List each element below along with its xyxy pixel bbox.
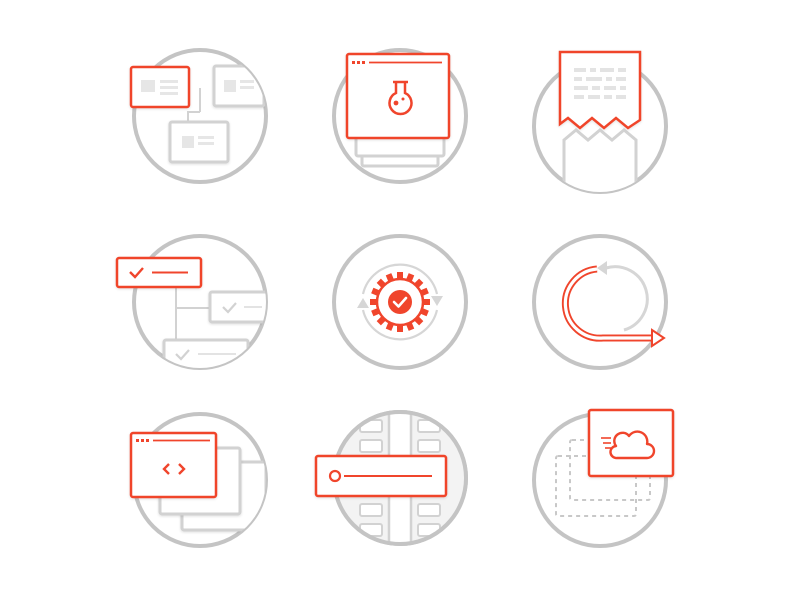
receipt-icon [532,50,668,194]
icon-set-svg [115,48,675,548]
org-chart-icon [129,48,268,184]
gear-check-cycle-icon [332,234,468,370]
icon-set-canvas [0,0,800,600]
iteration-loop-icon [532,234,668,370]
checklist-tree-icon [115,234,268,370]
pipeline-input-icon [314,410,468,546]
cloud-deploy-icon [532,408,675,548]
code-window-icon [129,412,268,548]
experiment-window-icon [332,48,468,184]
